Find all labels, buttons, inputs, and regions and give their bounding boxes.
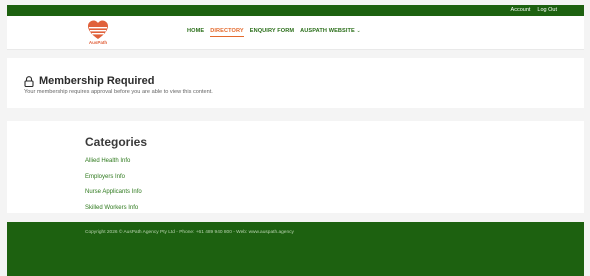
categories-heading: Categories: [85, 135, 148, 149]
logo-text: AusPath: [88, 40, 108, 45]
nav-auspath-website[interactable]: AUSPATH WEBSITE ⌄: [300, 28, 361, 37]
top-bar: Account Log Out: [7, 5, 584, 16]
site-logo[interactable]: AusPath: [83, 19, 113, 47]
nav-auspath-website-label: AUSPATH WEBSITE: [300, 28, 355, 34]
nav-home[interactable]: HOME: [187, 28, 204, 37]
chevron-down-icon: ⌄: [356, 28, 361, 34]
category-link-nurse-applicants[interactable]: Nurse Applicants Info: [85, 185, 142, 201]
nav-directory[interactable]: DIRECTORY: [210, 28, 244, 37]
category-link-skilled-workers[interactable]: Skilled Workers Info: [85, 201, 142, 217]
notice-title-row: Membership Required: [24, 75, 155, 87]
heart-logo-icon: [88, 20, 108, 39]
lock-icon: [24, 75, 34, 87]
site-footer: Copyright 2026 © AusPath Agency Pty Ltd …: [7, 222, 584, 276]
notice-message: Your membership requires approval before…: [24, 89, 213, 95]
account-link[interactable]: Account: [511, 6, 531, 15]
category-link-employers[interactable]: Employers Info: [85, 170, 142, 186]
logout-link[interactable]: Log Out: [537, 6, 557, 15]
categories-section: Categories Allied Health Info Employers …: [7, 121, 584, 213]
category-link-allied-health[interactable]: Allied Health Info: [85, 154, 142, 170]
categories-list: Allied Health Info Employers Info Nurse …: [85, 154, 142, 216]
notice-title: Membership Required: [39, 75, 155, 87]
footer-copyright: Copyright 2026 © AusPath Agency Pty Ltd …: [85, 230, 294, 235]
account-links: Account Log Out: [511, 6, 557, 15]
membership-notice: Membership Required Your membership requ…: [7, 58, 584, 108]
main-nav: HOME DIRECTORY ENQUIRY FORM AUSPATH WEBS…: [187, 28, 361, 37]
nav-enquiry-form[interactable]: ENQUIRY FORM: [250, 28, 294, 37]
site-header: AusPath HOME DIRECTORY ENQUIRY FORM AUSP…: [7, 16, 584, 50]
